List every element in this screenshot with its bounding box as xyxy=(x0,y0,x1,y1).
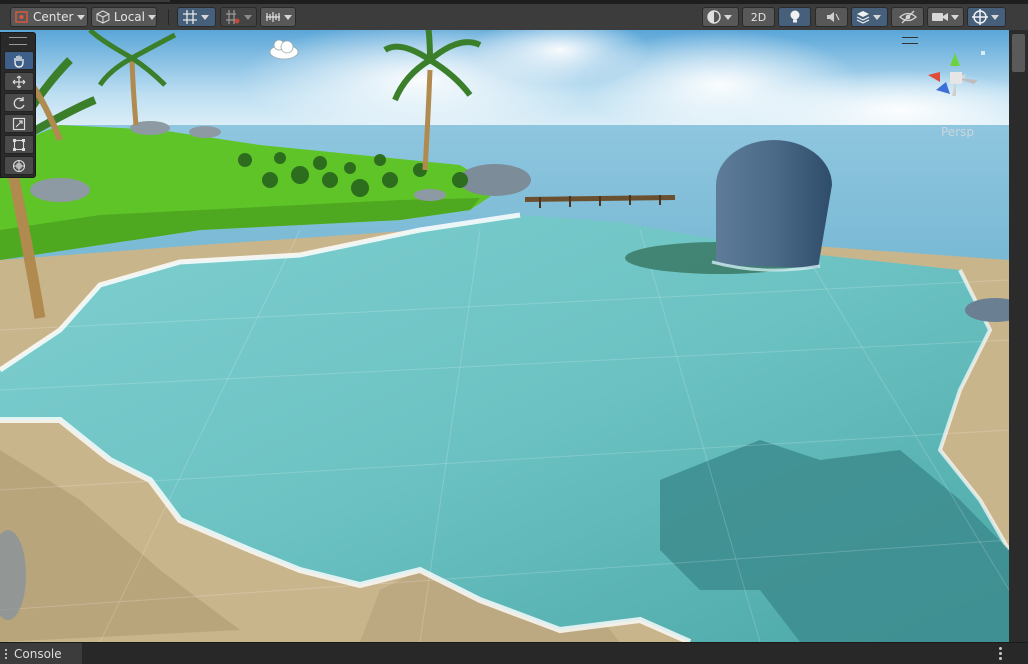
scene-toolbar: Center Local 2D xyxy=(0,4,1028,31)
chevron-down-icon xyxy=(951,14,959,20)
rotate-tool-button[interactable] xyxy=(4,93,34,112)
bottom-panel-bar: Console xyxy=(0,642,1028,664)
scale-tool-button[interactable] xyxy=(4,114,34,133)
hidden-eye-icon xyxy=(898,10,917,24)
gizmo-globe-icon xyxy=(972,9,988,25)
move-tool-button[interactable] xyxy=(4,72,34,91)
scrollbar-thumb[interactable] xyxy=(1012,34,1025,72)
scene-lighting-toggle[interactable] xyxy=(778,7,811,27)
toggle-2d-button[interactable]: 2D xyxy=(742,7,775,27)
chevron-down-icon xyxy=(991,14,999,20)
scene-audio-toggle[interactable] xyxy=(815,7,848,27)
console-tab[interactable]: Console xyxy=(0,643,82,664)
pivot-mode-label: Center xyxy=(33,10,74,24)
rect-transform-icon xyxy=(13,138,25,151)
more-options-icon[interactable] xyxy=(999,647,1002,660)
pivot-rotation-dropdown[interactable]: Local xyxy=(91,7,157,27)
camera-icon xyxy=(932,13,948,21)
orientation-gizmo[interactable] xyxy=(922,50,986,110)
camera-projection-label[interactable]: Persp xyxy=(941,125,974,139)
tools-overlay xyxy=(0,32,36,178)
move-arrows-icon xyxy=(12,75,26,88)
chevron-down-icon xyxy=(201,14,209,20)
scene-scrollbar[interactable] xyxy=(1009,30,1028,642)
pivot-mode-dropdown[interactable]: Center xyxy=(10,7,88,27)
chevron-down-icon xyxy=(284,14,292,20)
chevron-down-icon xyxy=(724,14,732,20)
pivot-rotation-label: Local xyxy=(113,10,145,24)
snap-settings-dropdown[interactable] xyxy=(260,7,296,27)
scene-viewport[interactable] xyxy=(0,30,1009,642)
chevron-down-icon xyxy=(873,14,881,20)
toolbar-separator xyxy=(168,9,169,25)
gizmo-menu-icon[interactable] xyxy=(902,37,918,44)
rotate-icon xyxy=(13,96,25,109)
gizmos-dropdown[interactable] xyxy=(967,7,1006,27)
scene-camera-dropdown[interactable] xyxy=(927,7,964,27)
transform-tool-button[interactable] xyxy=(4,156,34,175)
scale-icon xyxy=(12,117,26,130)
rect-tool-button[interactable] xyxy=(4,135,34,154)
scene-render xyxy=(0,30,1009,642)
effects-layers-icon xyxy=(856,11,870,24)
overlay-grip-icon[interactable] xyxy=(9,37,27,45)
scene-visibility-toggle[interactable] xyxy=(891,7,924,27)
draw-mode-dropdown[interactable] xyxy=(702,7,739,27)
chevron-down-icon xyxy=(148,14,156,20)
grid-snapping-toggle[interactable] xyxy=(177,7,216,27)
pivot-center-icon xyxy=(15,11,28,23)
chevron-down-icon xyxy=(244,14,252,20)
console-icon xyxy=(5,648,9,659)
increment-snapping-toggle[interactable] xyxy=(220,7,257,27)
shading-sphere-icon xyxy=(707,10,721,24)
hand-icon xyxy=(14,55,24,68)
lightbulb-icon xyxy=(790,10,799,23)
audio-mute-icon xyxy=(826,12,840,22)
console-tab-label: Console xyxy=(14,646,62,661)
toggle-2d-label: 2D xyxy=(750,10,767,24)
grid-snap-icon xyxy=(183,10,197,24)
chevron-down-icon xyxy=(77,14,86,20)
transform-icon xyxy=(12,159,26,172)
tab-underline xyxy=(40,0,170,2)
increment-snap-icon xyxy=(226,10,240,24)
effects-dropdown[interactable] xyxy=(851,7,888,27)
ruler-snap-icon xyxy=(266,12,280,22)
local-cube-icon xyxy=(96,10,110,24)
hand-tool-button[interactable] xyxy=(4,51,34,70)
